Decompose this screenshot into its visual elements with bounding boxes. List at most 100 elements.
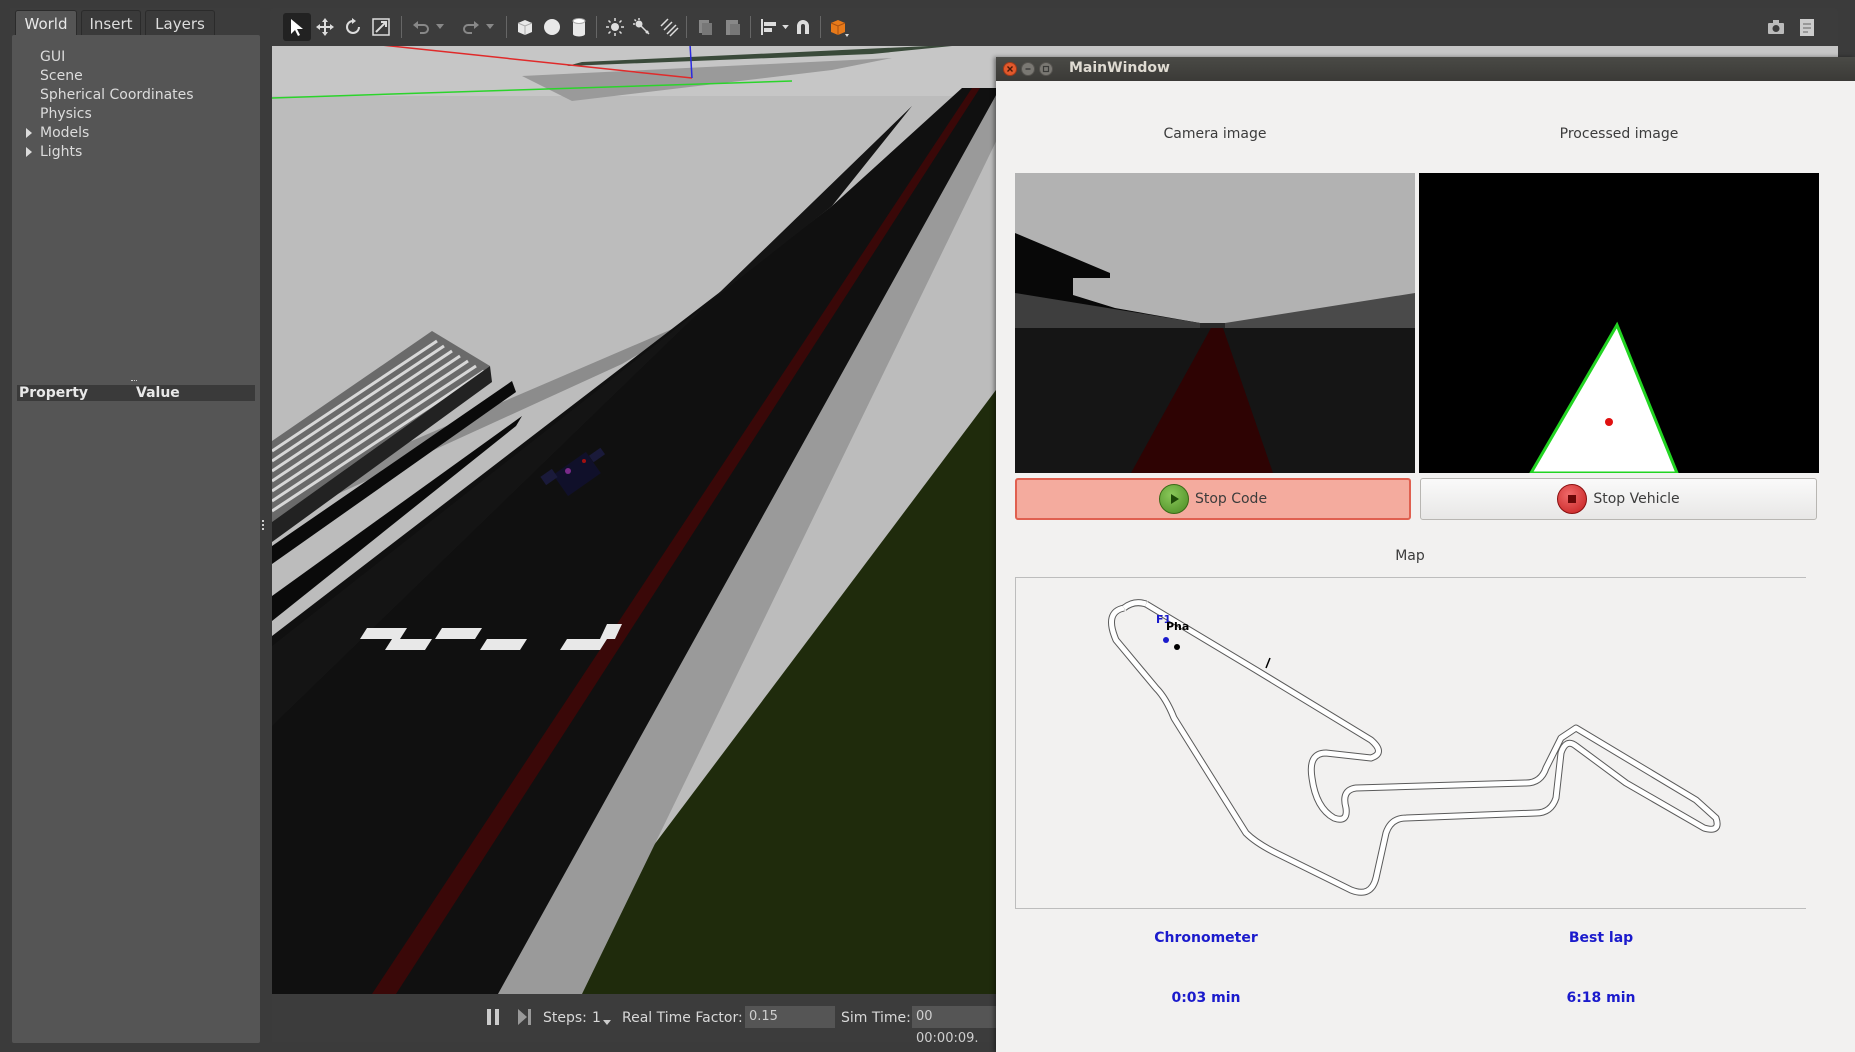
splitter-handle[interactable] xyxy=(131,380,137,384)
scale-icon xyxy=(372,18,390,36)
chronometer-value: 0:03 min xyxy=(1171,990,1241,1006)
directional-light-icon xyxy=(660,18,679,37)
rotate-icon xyxy=(346,18,360,34)
spot-light-button[interactable] xyxy=(628,13,656,41)
translate-mode-button[interactable] xyxy=(311,13,339,41)
toolbar xyxy=(270,8,1838,46)
property-column-header: Property xyxy=(19,385,89,401)
view-cube-icon xyxy=(830,20,849,37)
steps-value[interactable]: 1 xyxy=(592,1010,601,1026)
maximize-window-button[interactable] xyxy=(1039,62,1053,76)
sim-time-field: 00 00:00:09. xyxy=(912,1006,998,1046)
copy-button[interactable] xyxy=(691,13,719,41)
copy-icon xyxy=(699,20,712,35)
track-outline: F1 Pha xyxy=(1108,599,1721,896)
processed-image xyxy=(1419,173,1819,473)
step-forward-icon xyxy=(518,1009,531,1025)
insert-box-button[interactable] xyxy=(511,13,539,41)
insert-cylinder-button[interactable] xyxy=(565,13,593,41)
insert-sphere-button[interactable] xyxy=(538,13,566,41)
move-arrows-icon xyxy=(316,18,334,36)
undo-history-dropdown[interactable] xyxy=(433,13,447,41)
maximize-icon xyxy=(1042,65,1050,73)
paste-button[interactable] xyxy=(719,13,747,41)
window-titlebar[interactable]: MainWindow xyxy=(996,57,1855,81)
select-mode-button[interactable] xyxy=(283,13,311,41)
pha-map-label: Pha xyxy=(1166,620,1189,633)
minimize-window-button[interactable] xyxy=(1021,62,1035,76)
chevron-down-icon xyxy=(486,24,494,29)
pause-icon xyxy=(487,1009,499,1025)
tab-world[interactable]: World xyxy=(15,10,77,36)
screenshot-button[interactable] xyxy=(1762,13,1790,41)
tree-item-gui[interactable]: GUI xyxy=(40,49,65,65)
real-time-factor-label: Real Time Factor: xyxy=(622,1010,743,1026)
tree-item-scene[interactable]: Scene xyxy=(40,68,83,84)
snap-button[interactable] xyxy=(789,13,817,41)
close-window-button[interactable] xyxy=(1003,62,1017,76)
directional-light-button[interactable] xyxy=(655,13,683,41)
redo-button[interactable] xyxy=(457,13,485,41)
log-file-icon xyxy=(1800,19,1814,36)
best-lap-label: Best lap xyxy=(1568,930,1634,946)
redo-history-dropdown[interactable] xyxy=(483,13,497,41)
chevron-down-icon xyxy=(781,24,789,29)
camera-icon xyxy=(1768,20,1784,34)
point-light-button[interactable] xyxy=(601,13,629,41)
paste-icon xyxy=(726,20,740,35)
magnet-icon xyxy=(797,20,809,34)
redo-icon xyxy=(463,21,479,34)
align-button[interactable] xyxy=(755,13,783,41)
tree-item-lights[interactable]: Lights xyxy=(40,144,82,160)
stop-code-label: Stop Code xyxy=(1194,491,1268,507)
value-column-header: Value xyxy=(136,385,180,401)
steps-label: Steps: xyxy=(543,1010,587,1026)
align-left-icon xyxy=(761,19,776,35)
pause-button[interactable] xyxy=(486,1008,500,1026)
spot-light-icon xyxy=(633,18,650,35)
world-tree-panel: GUI Scene Spherical Coordinates Physics … xyxy=(12,35,260,1043)
left-tab-bar: World Insert Layers xyxy=(10,8,260,36)
tab-layers[interactable]: Layers xyxy=(145,10,215,36)
window-title: MainWindow xyxy=(1069,60,1170,76)
panel-resize-handle[interactable] xyxy=(262,520,268,530)
stop-vehicle-button[interactable]: Stop Vehicle xyxy=(1420,478,1817,520)
log-button[interactable] xyxy=(1793,13,1821,41)
minimize-icon xyxy=(1025,68,1031,70)
map-caption: Map xyxy=(1395,548,1425,564)
track-map: F1 Pha xyxy=(1015,577,1806,909)
expand-arrow-icon[interactable] xyxy=(26,147,32,157)
sphere-shape-icon xyxy=(544,19,560,35)
undo-button[interactable] xyxy=(407,13,435,41)
stop-vehicle-label: Stop Vehicle xyxy=(1593,491,1680,507)
change-view-button[interactable] xyxy=(825,13,853,41)
tab-insert[interactable]: Insert xyxy=(81,10,141,36)
pha-position-marker xyxy=(1174,644,1180,650)
step-button[interactable] xyxy=(517,1008,533,1026)
tree-item-physics[interactable]: Physics xyxy=(40,106,92,122)
main-window: MainWindow Camera image Processed image … xyxy=(996,57,1855,1052)
stop-icon xyxy=(1557,484,1588,514)
sun-light-icon xyxy=(606,18,624,36)
scale-mode-button[interactable] xyxy=(367,13,395,41)
close-icon xyxy=(1007,66,1013,72)
chevron-down-icon[interactable] xyxy=(603,1020,611,1026)
tree-item-models[interactable]: Models xyxy=(40,125,89,141)
cylinder-shape-icon xyxy=(572,18,586,37)
camera-image-caption: Camera image xyxy=(1163,126,1267,142)
f1-position-marker xyxy=(1163,637,1169,643)
box-shape-icon xyxy=(517,20,533,35)
stop-code-button[interactable]: Stop Code xyxy=(1015,478,1411,520)
cursor-arrow-icon xyxy=(291,19,303,36)
expand-arrow-icon[interactable] xyxy=(26,128,32,138)
play-icon xyxy=(1158,484,1189,514)
centroid-marker xyxy=(1605,418,1613,426)
chevron-down-icon xyxy=(436,24,444,29)
rotate-mode-button[interactable] xyxy=(339,13,367,41)
tree-item-spherical-coordinates[interactable]: Spherical Coordinates xyxy=(40,87,194,103)
processed-image-caption: Processed image xyxy=(1559,126,1679,142)
sim-time-label: Sim Time: xyxy=(841,1010,911,1026)
chronometer-label: Chronometer xyxy=(1154,930,1258,946)
world-panel: World Insert Layers GUI Scene Spherical … xyxy=(10,8,260,1043)
undo-icon xyxy=(413,21,429,34)
